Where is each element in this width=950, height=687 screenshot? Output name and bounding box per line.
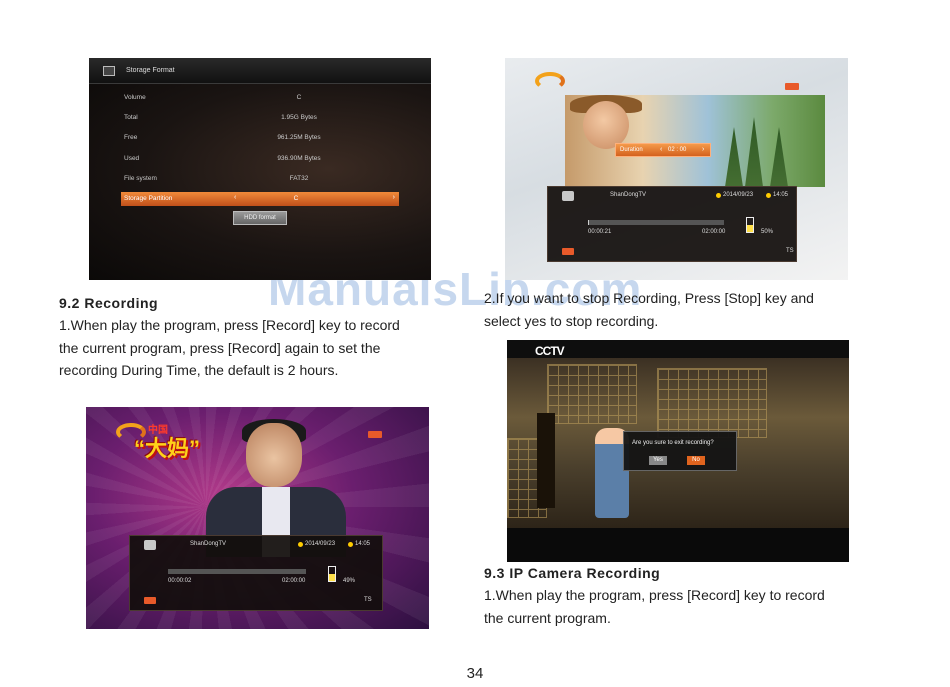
arrow-left-icon[interactable]: ‹ <box>660 146 662 153</box>
disk-usage-icon <box>746 217 754 233</box>
record-icon <box>144 597 156 604</box>
cctv-logo: CCTV <box>535 344 565 358</box>
duration-popup[interactable]: Duration ‹ 02 : 00 › <box>615 143 711 157</box>
duration-value: 02 : 00 <box>668 147 687 153</box>
no-button[interactable]: No <box>687 456 705 465</box>
lattice-window <box>657 368 767 438</box>
clock-icon <box>766 193 771 198</box>
channel-badge-icon <box>368 431 382 438</box>
section-heading-9-3: 9.3 IP Camera Recording <box>484 565 661 581</box>
recording-bar-screenshot: 中国 “大妈” ShanDongTV 2014/09/23 14:05 00:0… <box>86 407 429 629</box>
exit-question: Are you sure to exit recording? <box>632 440 714 446</box>
storage-row-volume: Volume C <box>124 94 302 101</box>
hdd-format-button[interactable]: HDD format <box>233 211 287 225</box>
channel-badge-icon <box>785 83 799 90</box>
arrow-right-icon[interactable]: › <box>702 146 704 153</box>
channel-logo-icon <box>535 72 565 90</box>
yes-button[interactable]: Yes <box>649 456 667 465</box>
section-heading-9-2: 9.2 Recording <box>59 295 159 311</box>
recording-progress-bar <box>588 220 724 225</box>
child-face <box>583 101 629 149</box>
page-number: 34 <box>466 665 484 682</box>
show-title: “大妈” <box>134 436 201 461</box>
record-icon <box>562 248 574 255</box>
disk-level <box>747 225 753 232</box>
section-9-3-paragraph: 1.When play the program, press [Record] … <box>484 587 825 626</box>
calendar-icon <box>716 193 721 198</box>
lattice-window <box>547 364 637 424</box>
arrow-right-icon[interactable]: › <box>393 194 395 201</box>
channel-logo-icon <box>562 191 574 201</box>
host-head <box>246 423 302 487</box>
storage-header: Storage Format <box>89 58 431 84</box>
clock-icon <box>348 542 353 547</box>
progress-fill <box>588 220 590 225</box>
section-9-2-paragraph-1: 1.When play the program, press [Record] … <box>59 317 400 378</box>
channel-logo-icon <box>144 540 156 550</box>
calendar-icon <box>298 542 303 547</box>
disk-usage-icon <box>328 566 336 582</box>
storage-icon <box>103 66 115 76</box>
tree-shape <box>770 127 788 187</box>
storage-title: Storage Format <box>126 67 175 74</box>
recording-progress-bar <box>168 569 306 574</box>
recording-info-bar: ShanDongTV 2014/09/23 14:05 00:00:02 02:… <box>129 535 383 611</box>
disk-level <box>329 574 335 581</box>
section-9-2-paragraph-2: 2.If you want to stop Recording, Press [… <box>484 290 814 329</box>
video-frame <box>565 95 825 187</box>
recording-info-bar: ShanDongTV 2014/09/23 14:05 00:00:21 02:… <box>547 186 797 262</box>
tree-shape <box>745 117 763 187</box>
exit-recording-dialog: Are you sure to exit recording? Yes No <box>623 431 737 471</box>
storage-row-filesystem: File system FAT32 <box>124 175 309 182</box>
storage-format-screenshot: Storage Format Volume C Total 1.95G Byte… <box>89 58 431 280</box>
duration-screenshot: Duration ‹ 02 : 00 › ShanDongTV 2014/09/… <box>505 58 848 280</box>
storage-row-used: Used 936.90M Bytes <box>124 155 321 162</box>
storage-row-total: Total 1.95G Bytes <box>124 114 317 121</box>
exit-recording-screenshot: CCTV Are you sure to exit recording? Yes… <box>507 340 849 562</box>
vertical-caption <box>537 413 555 508</box>
letterbox-bar <box>507 528 849 562</box>
tree-shape <box>725 127 743 187</box>
storage-partition-selector[interactable]: Storage Partition ‹ C › <box>121 192 399 206</box>
storage-row-free: Free 961.25M Bytes <box>124 134 321 141</box>
